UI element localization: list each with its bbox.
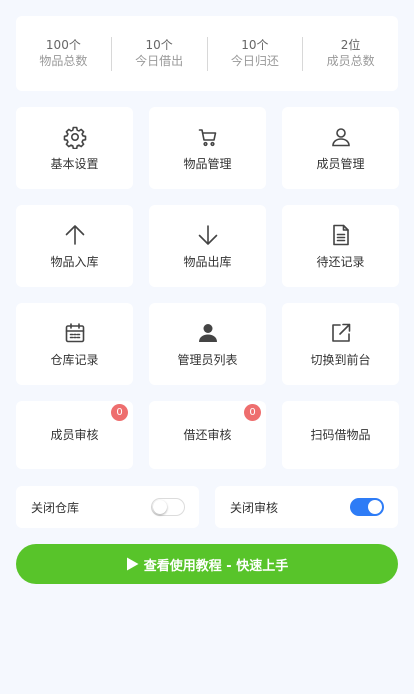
stat-label: 今日归还 [230, 53, 279, 68]
tile-label: 切换到前台 [310, 353, 371, 367]
member-review-tile[interactable]: 成员审核 0 [16, 401, 133, 469]
stat-label: 成员总数 [326, 53, 375, 68]
close-review-card: 关闭审核 [215, 486, 398, 528]
close-warehouse-card: 关闭仓库 [16, 486, 199, 528]
warehouse-records-tile[interactable]: 仓库记录 [16, 303, 133, 385]
stat-returned-today: 10个 今日归还 [208, 36, 304, 71]
tile-label: 物品出库 [183, 255, 232, 269]
cart-icon [195, 124, 221, 150]
switch-frontend-tile[interactable]: 切换到前台 [282, 303, 399, 385]
external-link-icon [328, 320, 354, 346]
user-solid-icon [195, 320, 221, 346]
tile-label: 扫码借物品 [310, 428, 371, 442]
stat-value: 10个 [241, 37, 269, 52]
borrow-review-tile[interactable]: 借还审核 0 [149, 401, 266, 469]
user-outline-icon [328, 124, 354, 150]
admin-list-tile[interactable]: 管理员列表 [149, 303, 266, 385]
play-icon [126, 557, 139, 571]
stat-value: 2位 [340, 37, 361, 52]
gear-icon [62, 124, 88, 150]
stat-value: 10个 [145, 37, 173, 52]
arrow-down-icon [195, 222, 221, 248]
tile-label: 物品管理 [183, 157, 232, 171]
tile-label: 成员审核 [50, 428, 99, 442]
tutorial-button-label: 查看使用教程 - 快速上手 [143, 558, 289, 574]
switch-knob [368, 500, 382, 514]
basic-settings-tile[interactable]: 基本设置 [16, 107, 133, 189]
tile-label: 借还审核 [183, 428, 232, 442]
pending-return-tile[interactable]: 待还记录 [282, 205, 399, 287]
switch-knob [153, 500, 167, 514]
stat-value: 100个 [45, 37, 81, 52]
close-warehouse-switch[interactable] [151, 498, 185, 516]
stock-out-tile[interactable]: 物品出库 [149, 205, 266, 287]
member-management-tile[interactable]: 成员管理 [282, 107, 399, 189]
tile-label: 物品入库 [50, 255, 99, 269]
tile-label: 待还记录 [316, 255, 365, 269]
stat-label: 今日借出 [135, 53, 184, 68]
close-review-label: 关闭审核 [230, 500, 279, 515]
arrow-up-icon [62, 222, 88, 248]
tile-label: 成员管理 [316, 157, 365, 171]
menu-grid: 基本设置 物品管理 成员管理 物品入库 物品出库 待还记录 仓库记录 管理员列表… [16, 107, 399, 485]
tile-label: 仓库记录 [50, 353, 99, 367]
tutorial-button[interactable]: 查看使用教程 - 快速上手 [16, 544, 398, 584]
toggle-row: 关闭仓库 关闭审核 [16, 486, 398, 528]
close-review-switch[interactable] [350, 498, 384, 516]
stat-borrowed-today: 10个 今日借出 [112, 36, 208, 71]
stat-total-members: 2位 成员总数 [303, 37, 398, 71]
stat-label: 物品总数 [39, 53, 88, 68]
item-management-tile[interactable]: 物品管理 [149, 107, 266, 189]
calendar-icon [62, 320, 88, 346]
tile-label: 基本设置 [50, 157, 99, 171]
stock-in-tile[interactable]: 物品入库 [16, 205, 133, 287]
stat-total-items: 100个 物品总数 [16, 36, 112, 71]
tile-label: 管理员列表 [177, 353, 238, 367]
stats-card: 100个 物品总数 10个 今日借出 10个 今日归还 2位 成员总数 [16, 16, 398, 91]
document-icon [328, 222, 354, 248]
close-warehouse-label: 关闭仓库 [31, 500, 80, 515]
scan-borrow-tile[interactable]: 扫码借物品 [282, 401, 399, 469]
borrow-review-badge: 0 [244, 404, 261, 421]
member-review-badge: 0 [111, 404, 128, 421]
